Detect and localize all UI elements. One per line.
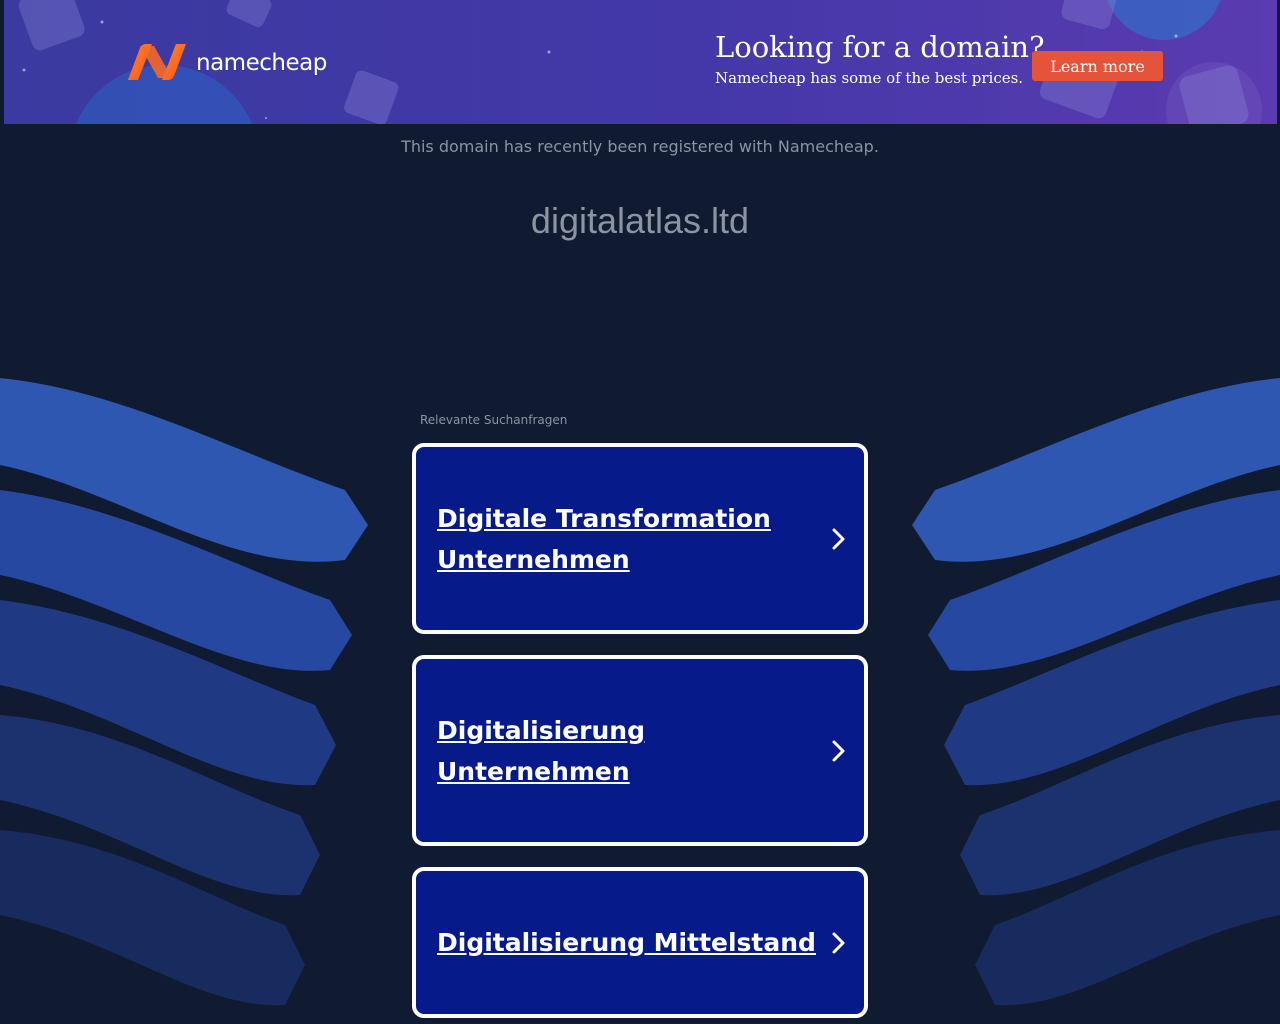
related-search-label[interactable]: Digitalisierung Mittelstand — [437, 922, 828, 963]
promo-title: Looking for a domain? — [715, 30, 1045, 64]
related-search-link[interactable]: Digitalisierung Unternehmen — [412, 655, 868, 846]
registered-note: This domain has recently been registered… — [401, 137, 879, 156]
namecheap-logo[interactable]: namecheap — [124, 42, 327, 82]
chevron-right-icon — [832, 740, 845, 761]
promo-subtitle: Namecheap has some of the best prices. — [715, 69, 1024, 87]
related-search-link[interactable]: Digitalisierung Mittelstand — [412, 867, 868, 1018]
brand-name: namecheap — [196, 50, 327, 76]
related-search-label[interactable]: Digitale Transformation Unternehmen — [437, 498, 828, 580]
chevron-right-icon — [832, 528, 845, 549]
chevron-right-icon — [832, 932, 845, 953]
related-search-link[interactable]: Digitale Transformation Unternehmen — [412, 443, 868, 634]
learn-more-button[interactable]: Learn more — [1032, 51, 1163, 81]
promo-banner[interactable]: namecheap Looking for a domain? Namechea… — [4, 0, 1277, 124]
related-search-label[interactable]: Digitalisierung Unternehmen — [437, 710, 828, 792]
domain-name: digitalatlas.ltd — [530, 200, 750, 241]
related-searches-label: Relevante Suchanfragen — [420, 413, 568, 427]
namecheap-logo-icon — [128, 44, 186, 80]
